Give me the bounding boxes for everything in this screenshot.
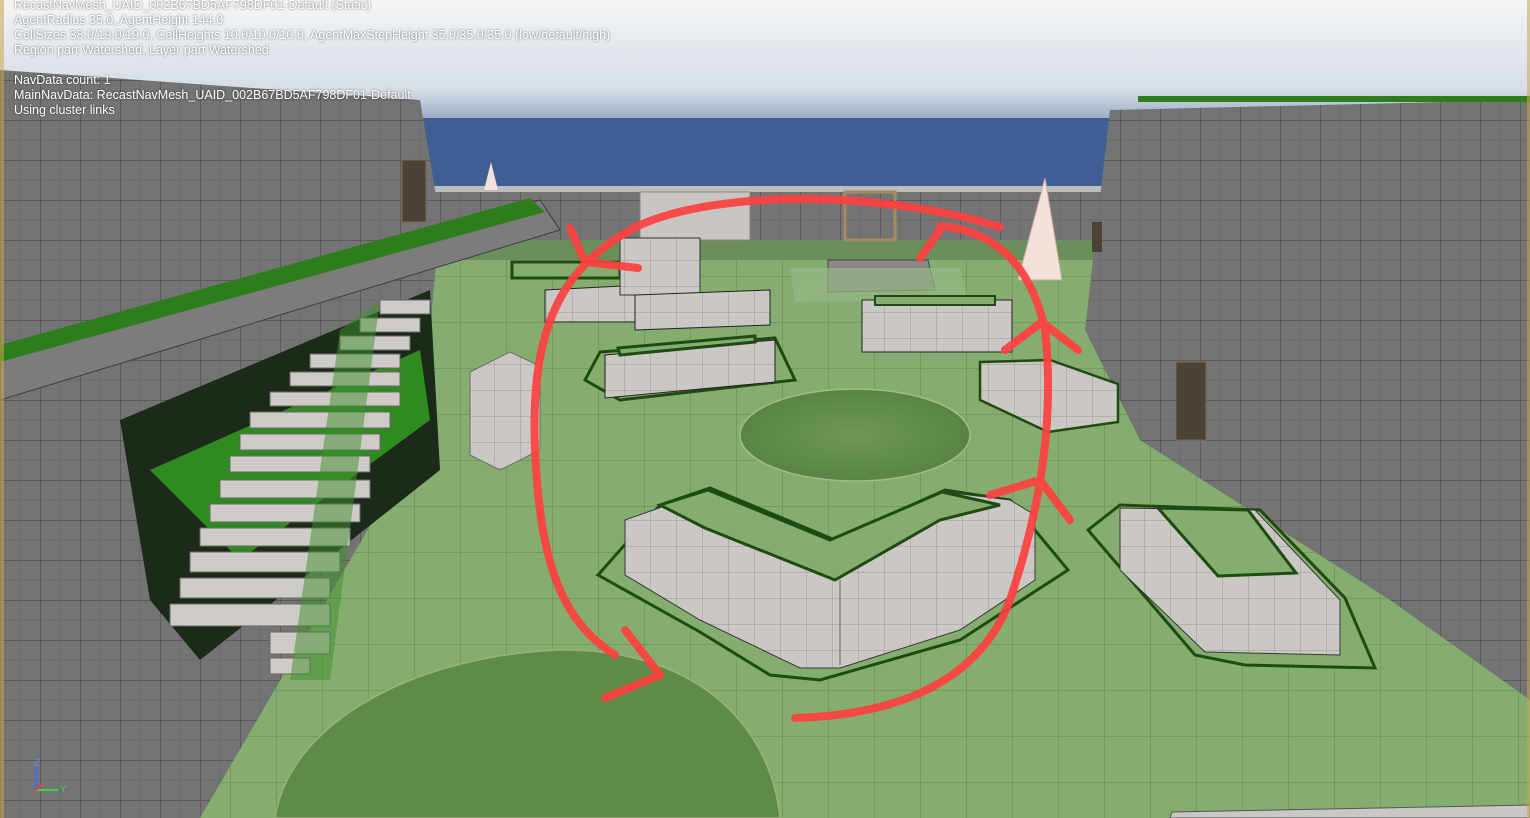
overlay-line-cluster-links: Using cluster links	[14, 103, 115, 117]
overlay-line-main-navdata: MainNavData: RecastNavMesh_UAID_002B67BD…	[14, 88, 411, 102]
3d-scene[interactable]	[0, 0, 1530, 818]
overlay-line-cellsizes: CellSizes 38.0/19.0/19.0, CellHeights 10…	[14, 28, 611, 42]
viewport-frame-left	[0, 0, 4, 818]
block-right-far	[861, 299, 1013, 353]
center-disc	[739, 388, 971, 482]
axis-z-label: Z	[34, 758, 41, 769]
left-pillar	[469, 351, 541, 471]
level-viewport[interactable]: RecastNavMesh_UAID_002B67BD5AF798DF01-De…	[0, 0, 1530, 818]
overlay-line-agent: AgentRadius 35.0, AgentHeight 144.0	[14, 13, 224, 27]
axis-gizmo-icon: Z Y	[28, 758, 72, 798]
axis-y-label: Y	[60, 784, 67, 795]
overlay-line-navmesh-name: RecastNavMesh_UAID_002B67BD5AF798DF01-De…	[14, 0, 372, 12]
overlay-line-blank	[14, 58, 610, 73]
overlay-line-navdata-count: NavData count: 1	[14, 73, 111, 87]
navmesh-debug-overlay: RecastNavMesh_UAID_002B67BD5AF798DF01-De…	[14, 0, 610, 118]
overlay-line-region: Region part Watershed, Layer part Waters…	[14, 43, 269, 57]
